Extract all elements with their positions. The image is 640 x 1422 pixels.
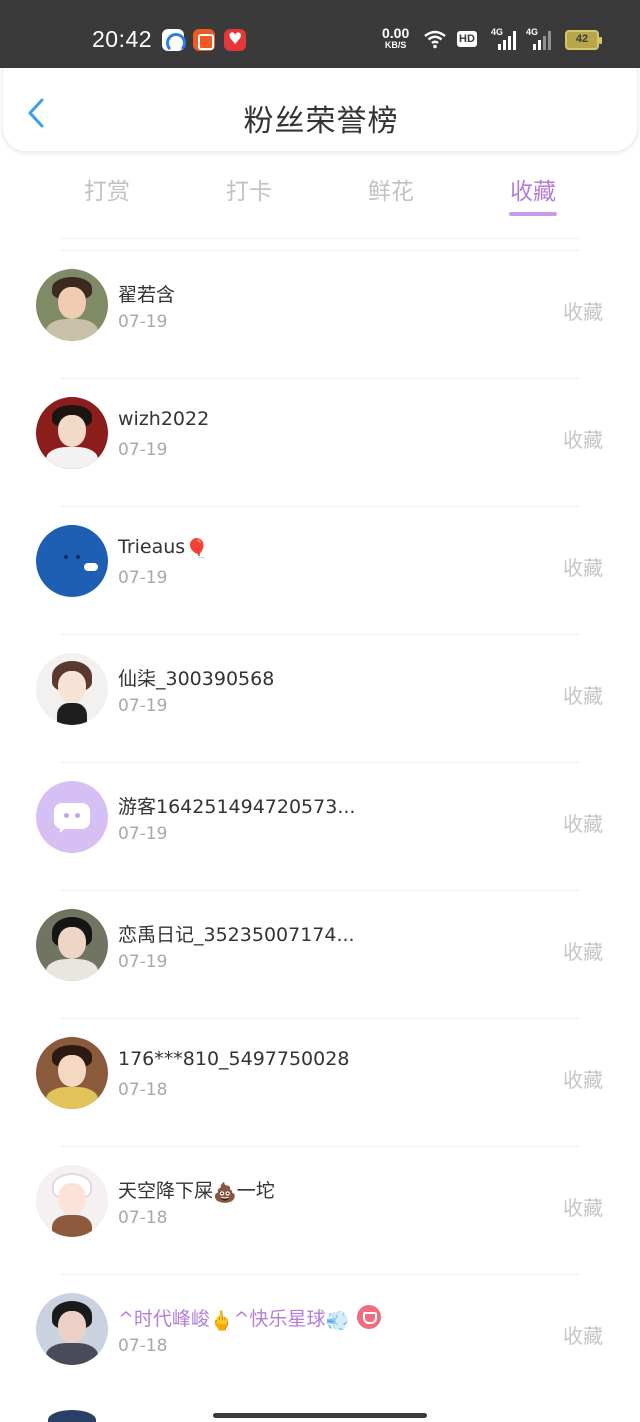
- fan-name: 176***810_5497750028: [118, 1048, 350, 1070]
- browser-app-icon: [162, 29, 186, 53]
- divider: [60, 1146, 580, 1147]
- avatar[interactable]: [36, 653, 108, 725]
- fan-name-text: ^时代峰峻: [118, 1308, 210, 1330]
- network-type-label: 4G: [491, 27, 504, 37]
- list-item[interactable]: 恋禹日记_35235007174... 07-19 收藏: [0, 890, 640, 1018]
- avatar[interactable]: [36, 525, 108, 597]
- fan-name: wizh2022: [118, 408, 210, 430]
- divider: [60, 250, 580, 251]
- divider: [60, 378, 580, 379]
- status-time: 20:42: [92, 26, 153, 52]
- tab-bar: 打赏 打卡 鲜花 收藏: [0, 168, 640, 224]
- hd-voice-icon: HD: [457, 31, 477, 47]
- avatar[interactable]: [36, 781, 108, 853]
- fan-date: 07-18: [118, 1208, 168, 1228]
- divider: [60, 634, 580, 635]
- fan-date: 07-18: [118, 1336, 168, 1356]
- avatar[interactable]: [36, 1165, 108, 1237]
- divider: [60, 1274, 580, 1275]
- favorite-label: 收藏: [563, 300, 603, 324]
- avatar[interactable]: [36, 269, 108, 341]
- fan-name: 翟若含: [118, 284, 176, 306]
- fan-name: 天空降下屎💩一坨: [118, 1176, 275, 1204]
- fan-name-text: Trieaus: [118, 536, 186, 558]
- divider: [60, 506, 580, 507]
- fan-name-text: 天空降下屎: [118, 1180, 214, 1202]
- fan-name-suffix: 一坨: [236, 1180, 275, 1202]
- battery-level: 42: [575, 33, 589, 45]
- fan-date: 07-19: [118, 440, 168, 460]
- fan-date: 07-19: [118, 824, 168, 844]
- divider: [60, 762, 580, 763]
- dash-emoji: 💨: [325, 1310, 350, 1332]
- avatar[interactable]: [36, 1037, 108, 1109]
- favorite-label: 收藏: [563, 428, 603, 452]
- fan-name: 恋禹日记_35235007174...: [118, 924, 355, 946]
- fan-date: 07-19: [118, 312, 168, 332]
- poop-emoji: 💩: [213, 1182, 237, 1204]
- network-speed-value: 0.00: [382, 25, 410, 41]
- favorite-label: 收藏: [563, 1196, 603, 1220]
- heart-app-icon: [224, 29, 246, 51]
- avatar[interactable]: [36, 1293, 108, 1365]
- favorite-label: 收藏: [563, 556, 603, 580]
- network-speed-unit: KB/S: [384, 40, 407, 50]
- fan-name-suffix: ^快乐星球: [233, 1308, 326, 1330]
- avatar[interactable]: [48, 1410, 96, 1422]
- tab-favorites[interactable]: 收藏: [483, 172, 583, 206]
- list-item[interactable]: 仙柒_300390568 07-19 收藏: [0, 634, 640, 762]
- list-item[interactable]: wizh2022 07-19 收藏: [0, 378, 640, 506]
- list-item[interactable]: ^时代峰峻🖕^快乐星球💨 07-18 收藏: [0, 1274, 640, 1402]
- finger-emoji: 🖕: [209, 1310, 234, 1332]
- active-tab-indicator: [509, 212, 557, 216]
- network-speed: 0.00 KB/S: [382, 25, 410, 51]
- kuaishou-app-icon: [193, 29, 215, 51]
- balloon-emoji: 🎈: [185, 538, 209, 560]
- favorite-label: 收藏: [563, 940, 603, 964]
- fan-name: ^时代峰峻🖕^快乐星球💨: [118, 1304, 382, 1332]
- tab-reward[interactable]: 打赏: [57, 172, 157, 206]
- divider: [60, 890, 580, 891]
- favorite-label: 收藏: [563, 1324, 603, 1348]
- fan-date: 07-18: [118, 1080, 168, 1100]
- fan-name: 仙柒_300390568: [118, 668, 275, 690]
- home-indicator[interactable]: [213, 1413, 427, 1418]
- fan-date: 07-19: [118, 952, 168, 972]
- fan-list: 翟若含 07-19 收藏 wizh2022 07-19 收藏 Trieaus🎈 …: [0, 250, 640, 1402]
- network-type-label: 4G: [526, 27, 539, 37]
- nav-bar: 粉丝荣誉榜: [2, 68, 638, 152]
- favorite-label: 收藏: [563, 812, 603, 836]
- tab-flowers[interactable]: 鲜花: [341, 172, 441, 206]
- list-item[interactable]: 游客164251494720573... 07-19 收藏: [0, 762, 640, 890]
- tab-checkin[interactable]: 打卡: [199, 172, 299, 206]
- list-item[interactable]: 天空降下屎💩一坨 07-18 收藏: [0, 1146, 640, 1274]
- signal-icon: 4G: [526, 27, 554, 50]
- divider: [60, 238, 580, 239]
- fan-name: 游客164251494720573...: [118, 796, 356, 818]
- divider: [60, 1018, 580, 1019]
- list-item[interactable]: 176***810_5497750028 07-18 收藏: [0, 1018, 640, 1146]
- list-item[interactable]: 翟若含 07-19 收藏: [0, 250, 640, 378]
- fan-date: 07-19: [118, 696, 168, 716]
- favorite-label: 收藏: [563, 1068, 603, 1092]
- avatar[interactable]: [36, 909, 108, 981]
- fan-name: Trieaus🎈: [118, 536, 209, 560]
- gem-icon: [357, 1305, 382, 1329]
- list-item[interactable]: Trieaus🎈 07-19 收藏: [0, 506, 640, 634]
- wifi-icon: [424, 30, 446, 49]
- signal-icon: 4G: [491, 27, 519, 50]
- fan-date: 07-19: [118, 568, 168, 588]
- status-bar: 20:42 0.00 KB/S HD 4G 4G 42: [0, 0, 640, 68]
- avatar[interactable]: [36, 397, 108, 469]
- favorite-label: 收藏: [563, 684, 603, 708]
- page-title: 粉丝荣誉榜: [243, 104, 399, 139]
- battery-icon: 42: [565, 30, 602, 50]
